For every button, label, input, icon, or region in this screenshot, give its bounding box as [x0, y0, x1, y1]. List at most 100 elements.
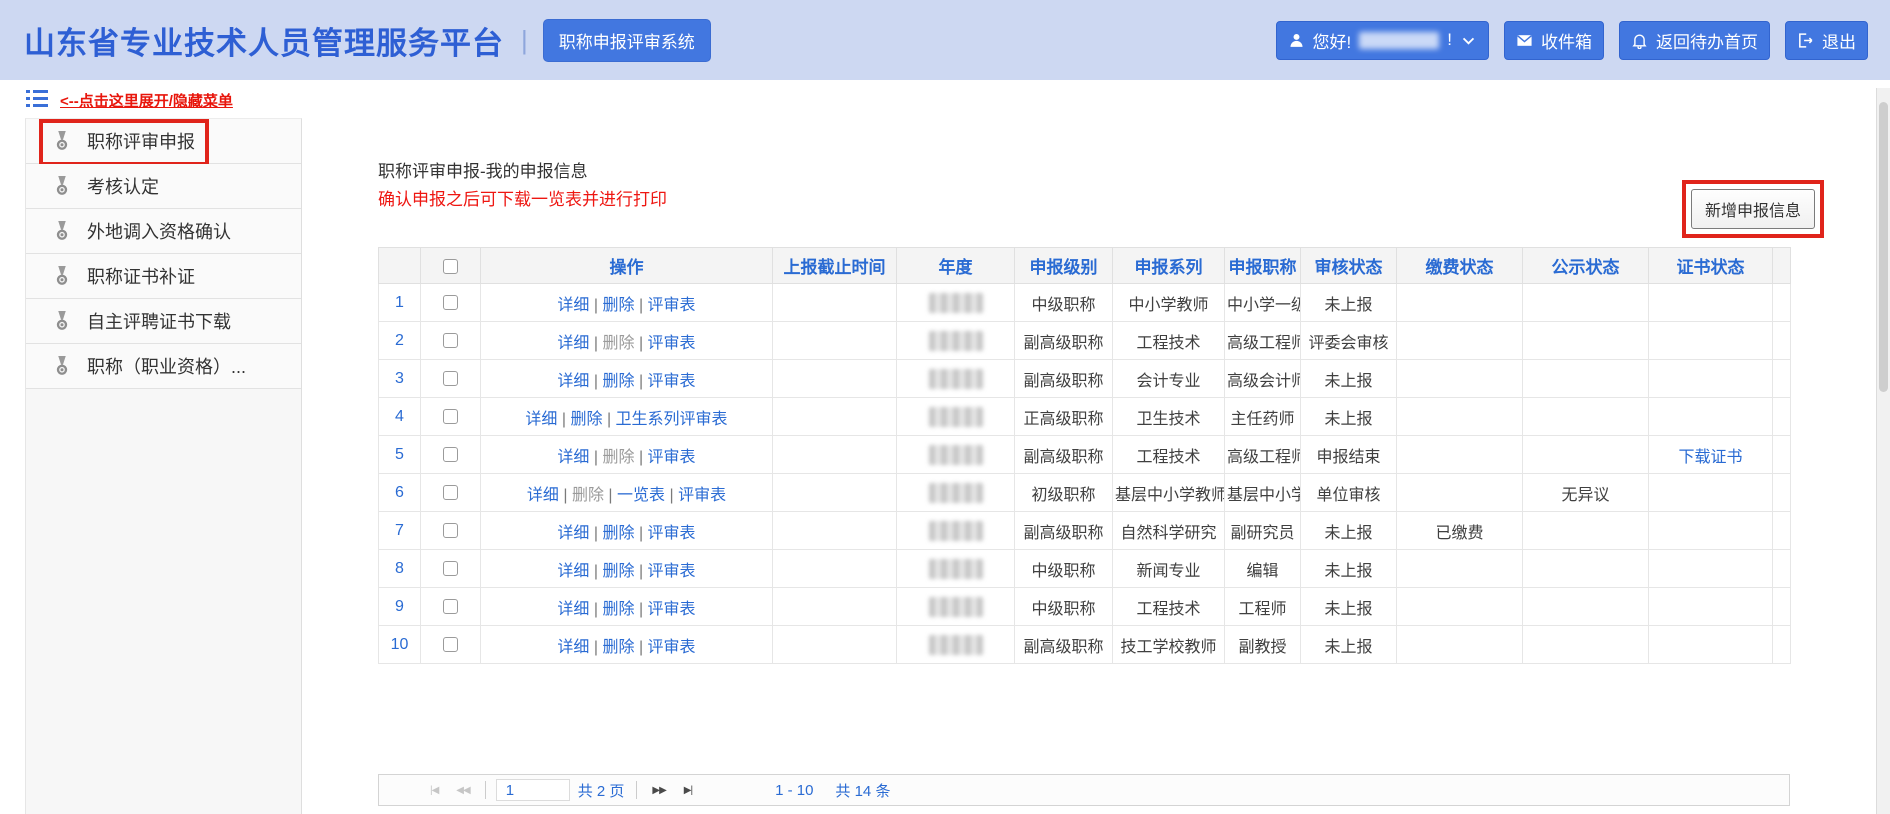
detail-link[interactable]: 详细 [525, 411, 557, 428]
review-form-link[interactable]: 评审表 [678, 487, 726, 504]
cell-declare-title: 高级会计师 [1225, 360, 1301, 398]
cell-publicity-status [1523, 322, 1649, 360]
cell-trailing [1773, 512, 1791, 550]
table-row: 8详细 | 删除 | 评审表中级职称新闻专业编辑未上报 [379, 550, 1791, 588]
brand-row: 山东省专业技术人员管理服务平台 | 职称申报评审系统 [24, 18, 711, 63]
col-payment-status: 缴费状态 [1397, 248, 1523, 284]
row-checkbox[interactable] [443, 333, 458, 348]
overview-list-link[interactable]: 一览表 [617, 487, 665, 504]
cell-certificate-status [1649, 626, 1773, 664]
next-page-button[interactable]: ▶▶ [643, 785, 674, 796]
detail-link[interactable]: 详细 [557, 449, 589, 466]
col-year: 年度 [897, 248, 1015, 284]
cell-report-deadline [773, 360, 897, 398]
row-checkbox[interactable] [443, 599, 458, 614]
row-checkbox[interactable] [443, 409, 458, 424]
inbox-button[interactable]: 收件箱 [1504, 21, 1604, 60]
review-form-link[interactable]: 评审表 [648, 563, 696, 580]
delete-link[interactable]: 删除 [570, 411, 602, 428]
cell-audit-status: 未上报 [1301, 550, 1397, 588]
row-checkbox[interactable] [443, 371, 458, 386]
cell-checkbox [421, 322, 481, 360]
first-page-button[interactable]: |◀ [421, 785, 447, 796]
back-home-button[interactable]: 返回待办首页 [1619, 21, 1770, 60]
delete-link[interactable]: 删除 [602, 639, 634, 656]
review-form-link[interactable]: 评审表 [648, 601, 696, 618]
detail-link[interactable]: 详细 [557, 373, 589, 390]
menu-toggle-icon[interactable] [25, 88, 49, 110]
detail-link[interactable]: 详细 [557, 297, 589, 314]
page-input[interactable] [496, 779, 570, 801]
add-declaration-button[interactable]: 新增申报信息 [1691, 189, 1815, 229]
logout-label: 退出 [1822, 28, 1856, 53]
cell-audit-status: 评委会审核 [1301, 322, 1397, 360]
add-button-highlight: 新增申报信息 [1682, 180, 1824, 238]
detail-link[interactable]: 详细 [557, 335, 589, 352]
sidebar-item[interactable]: 考核认定 [26, 164, 301, 209]
last-page-button[interactable]: ▶| [675, 785, 701, 796]
cell-declare-series: 技工学校教师 [1113, 626, 1225, 664]
cell-trailing [1773, 360, 1791, 398]
row-index: 8 [379, 550, 421, 588]
delete-link[interactable]: 删除 [602, 373, 634, 390]
cell-payment-status [1397, 398, 1523, 436]
cell-year [897, 550, 1015, 588]
sidebar-item[interactable]: 职称评审申报 [26, 119, 301, 164]
col-declare-series: 申报系列 [1113, 248, 1225, 284]
cell-audit-status: 未上报 [1301, 398, 1397, 436]
op-separator: | [635, 563, 648, 580]
download-certificate-link[interactable]: 下载证书 [1678, 449, 1742, 466]
delete-link[interactable]: 删除 [602, 297, 634, 314]
logout-button[interactable]: 退出 [1785, 21, 1868, 60]
select-all-checkbox[interactable] [443, 259, 458, 274]
cell-declare-level: 中级职称 [1015, 588, 1113, 626]
cell-certificate-status [1649, 550, 1773, 588]
cell-year [897, 360, 1015, 398]
cell-publicity-status [1523, 626, 1649, 664]
health-series-review-form-link[interactable]: 卫生系列评审表 [616, 411, 728, 428]
detail-link[interactable]: 详细 [527, 487, 559, 504]
row-checkbox[interactable] [443, 561, 458, 576]
user-menu-button[interactable]: 您好!! [1276, 21, 1489, 60]
cell-payment-status [1397, 360, 1523, 398]
row-checkbox[interactable] [443, 523, 458, 538]
app-header: 山东省专业技术人员管理服务平台 | 职称申报评审系统 您好!! 收件箱 返回待办… [0, 0, 1890, 80]
detail-link[interactable]: 详细 [557, 563, 589, 580]
delete-link[interactable]: 删除 [602, 563, 634, 580]
row-checkbox[interactable] [443, 447, 458, 462]
review-form-link[interactable]: 评审表 [648, 639, 696, 656]
col-report-deadline: 上报截止时间 [773, 248, 897, 284]
scrollbar-track[interactable] [1876, 88, 1890, 814]
cell-declare-level: 中级职称 [1015, 284, 1113, 322]
cell-year [897, 626, 1015, 664]
delete-link[interactable]: 删除 [602, 601, 634, 618]
detail-link[interactable]: 详细 [557, 601, 589, 618]
system-badge-button[interactable]: 职称申报评审系统 [543, 19, 711, 62]
prev-page-button[interactable]: ◀◀ [447, 785, 478, 796]
sidebar-item[interactable]: 外地调入资格确认 [26, 209, 301, 254]
declarations-table: 操作上报截止时间年度申报级别申报系列申报职称审核状态缴费状态公示状态证书状态 1… [378, 247, 1791, 664]
sidebar-item[interactable]: 职称证书补证 [26, 254, 301, 299]
row-checkbox[interactable] [443, 485, 458, 500]
review-form-link[interactable]: 评审表 [648, 449, 696, 466]
table-row: 5详细 | 删除 | 评审表副高级职称工程技术高级工程师申报结束下载证书 [379, 436, 1791, 474]
review-form-link[interactable]: 评审表 [648, 525, 696, 542]
row-checkbox[interactable] [443, 637, 458, 652]
scrollbar-thumb[interactable] [1879, 102, 1888, 392]
detail-link[interactable]: 详细 [557, 525, 589, 542]
review-form-link[interactable]: 评审表 [648, 373, 696, 390]
medal-icon [52, 175, 72, 197]
detail-link[interactable]: 详细 [557, 639, 589, 656]
medal-icon [52, 220, 72, 242]
row-index: 6 [379, 474, 421, 512]
menu-toggle-link[interactable]: <--点击这里展开/隐藏菜单 [60, 90, 233, 111]
delete-link[interactable]: 删除 [602, 525, 634, 542]
review-form-link[interactable]: 评审表 [648, 335, 696, 352]
row-checkbox[interactable] [443, 295, 458, 310]
sidebar-item[interactable]: 职称（职业资格）... [26, 344, 301, 389]
cell-declare-title: 基层中小学 [1225, 474, 1301, 512]
review-form-link[interactable]: 评审表 [648, 297, 696, 314]
sidebar-item[interactable]: 自主评聘证书下载 [26, 299, 301, 344]
cell-payment-status: 已缴费 [1397, 512, 1523, 550]
cell-declare-series: 会计专业 [1113, 360, 1225, 398]
